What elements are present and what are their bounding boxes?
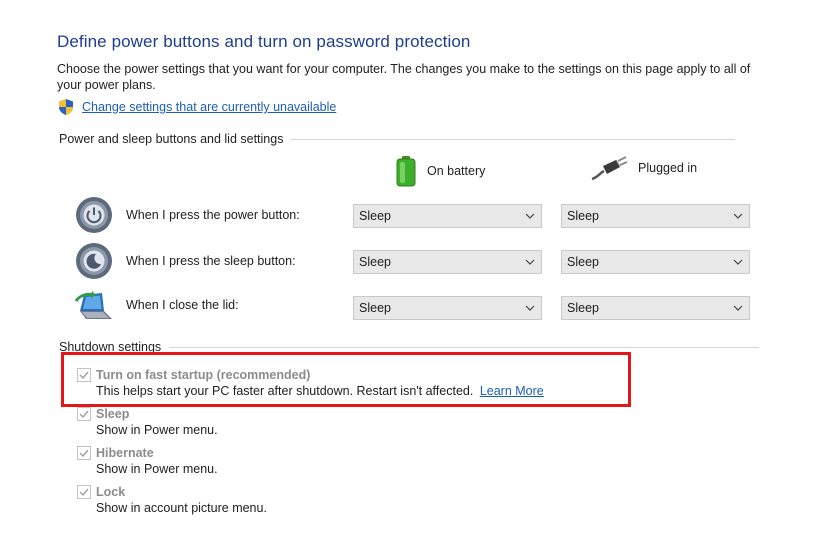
column-header-plugged: Plugged in: [590, 155, 697, 181]
lock-title: Lock: [96, 484, 126, 499]
change-settings-row: Change settings that are currently unava…: [57, 98, 336, 116]
power-button-plugged-select[interactable]: Sleep: [561, 204, 750, 228]
column-header-battery: On battery: [395, 155, 485, 187]
section-divider: [291, 138, 736, 140]
select-value: Sleep: [567, 209, 599, 223]
power-button-battery-select[interactable]: Sleep: [353, 204, 542, 228]
checkmark-icon: [79, 488, 89, 496]
power-section-title: Power and sleep buttons and lid settings: [59, 132, 284, 146]
select-value: Sleep: [359, 209, 391, 223]
select-value: Sleep: [567, 301, 599, 315]
checkmark-icon: [79, 449, 89, 457]
sleep-button-row: When I press the sleep button:: [74, 241, 296, 281]
column-label-plugged: Plugged in: [638, 161, 698, 175]
change-settings-link[interactable]: Change settings that are currently unava…: [82, 100, 336, 114]
power-button-icon: [74, 195, 114, 235]
lock-option: Lock Show in account picture menu.: [77, 483, 267, 515]
sleep-button-battery-select[interactable]: Sleep: [353, 250, 542, 274]
power-plug-icon: [591, 156, 628, 181]
select-value: Sleep: [359, 255, 391, 269]
uac-shield-icon: [59, 99, 73, 115]
chevron-down-icon: [525, 305, 535, 311]
power-section-heading: Power and sleep buttons and lid settings: [59, 132, 736, 146]
page-title: Define power buttons and turn on passwor…: [57, 32, 471, 51]
chevron-down-icon: [733, 305, 743, 311]
chevron-down-icon: [733, 259, 743, 265]
power-button-label: When I press the power button:: [126, 208, 300, 222]
laptop-lid-icon: [74, 287, 114, 327]
chevron-down-icon: [525, 259, 535, 265]
highlight-annotation-box: [61, 352, 631, 407]
select-value: Sleep: [359, 301, 391, 315]
select-value: Sleep: [567, 255, 599, 269]
sleep-checkbox[interactable]: [77, 406, 91, 421]
checkmark-icon: [79, 410, 89, 418]
sleep-button-icon: [74, 241, 114, 281]
hibernate-description: Show in Power menu.: [96, 462, 218, 476]
sleep-button-plugged-select[interactable]: Sleep: [561, 250, 750, 274]
lock-checkbox[interactable]: [77, 484, 91, 499]
section-divider: [169, 346, 760, 348]
hibernate-title: Hibernate: [96, 445, 154, 460]
lid-row: When I close the lid:: [74, 287, 239, 327]
lid-label: When I close the lid:: [126, 298, 239, 312]
power-button-row: When I press the power button:: [74, 195, 300, 235]
lid-battery-select[interactable]: Sleep: [353, 296, 542, 320]
lid-plugged-select[interactable]: Sleep: [561, 296, 750, 320]
page-description: Choose the power settings that you want …: [57, 62, 751, 92]
sleep-option: Sleep Show in Power menu.: [77, 405, 218, 437]
chevron-down-icon: [525, 213, 535, 219]
lock-description: Show in account picture menu.: [96, 501, 267, 515]
sleep-button-label: When I press the sleep button:: [126, 254, 296, 268]
sleep-title: Sleep: [96, 406, 130, 421]
column-label-battery: On battery: [427, 164, 486, 178]
chevron-down-icon: [733, 213, 743, 219]
battery-icon: [396, 156, 416, 187]
sleep-description: Show in Power menu.: [96, 423, 218, 437]
hibernate-option: Hibernate Show in Power menu.: [77, 444, 218, 476]
hibernate-checkbox[interactable]: [77, 445, 91, 460]
